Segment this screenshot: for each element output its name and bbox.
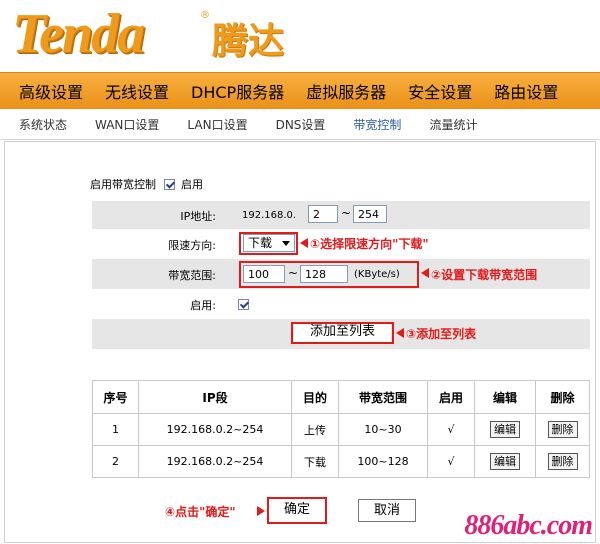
edit-button[interactable]: 编辑 xyxy=(490,421,520,438)
col-dir: 目的 xyxy=(291,380,339,414)
cell-ip: 192.168.0.2~254 xyxy=(138,413,292,446)
sub-nav-traffic[interactable]: 流量统计 xyxy=(415,116,491,133)
enable-control-label: 启用带宽控制 xyxy=(90,178,156,191)
tenda-logo: Tenda xyxy=(12,3,145,65)
annotation-3: ③添加至列表 xyxy=(406,327,477,341)
watermark: 886abc.com xyxy=(464,510,593,541)
arrow-right-icon xyxy=(257,506,265,516)
range-min-input[interactable]: 100 xyxy=(243,265,285,283)
range-unit: (KByte/s) xyxy=(354,269,400,280)
ip-prefix: 192.168.0. xyxy=(242,210,297,221)
edit-button[interactable]: 编辑 xyxy=(490,453,520,470)
col-enabled: 启用 xyxy=(427,380,475,414)
arrow-left-icon xyxy=(396,328,404,338)
direction-label: 限速方向: xyxy=(168,239,216,252)
cell-dir: 上传 xyxy=(291,413,339,446)
ip-end-input[interactable]: 254 xyxy=(353,205,387,223)
header-logo-area: Tenda ® 腾达 xyxy=(0,0,600,72)
bandwidth-rules-table: 序号 IP段 目的 带宽范围 启用 编辑 删除 1 192.168.0.2~25… xyxy=(92,380,590,478)
cell-dir: 下载 xyxy=(291,445,339,478)
enable-control-row: 启用带宽控制 启用 xyxy=(90,176,203,192)
main-nav-dhcp[interactable]: DHCP服务器 xyxy=(180,79,295,103)
arrow-left-icon xyxy=(300,238,308,248)
sub-nav-lan[interactable]: LAN口设置 xyxy=(173,116,261,133)
range-max-input[interactable]: 128 xyxy=(300,265,348,283)
col-no: 序号 xyxy=(92,380,139,414)
ip-label: IP地址: xyxy=(180,210,216,223)
main-nav-advanced[interactable]: 高级设置 xyxy=(0,79,94,103)
cell-no: 2 xyxy=(92,445,139,478)
annotation-1: ①选择限速方向"下载" xyxy=(310,237,429,251)
cell-edit: 编辑 xyxy=(474,413,536,446)
cell-range: 100~128 xyxy=(338,445,428,478)
cell-enabled: √ xyxy=(427,413,475,446)
main-nav-security[interactable]: 安全设置 xyxy=(397,79,483,103)
ip-separator: ~ xyxy=(341,206,352,220)
direction-value: 下载 xyxy=(248,236,273,250)
arrow-left-icon xyxy=(421,268,429,278)
direction-select[interactable]: 下载 xyxy=(243,234,295,252)
cell-delete: 删除 xyxy=(535,413,590,446)
enable-control-text: 启用 xyxy=(181,178,203,191)
enable-control-checkbox[interactable] xyxy=(164,178,175,190)
main-nav: 高级设置 无线设置 DHCP服务器 虚拟服务器 安全设置 路由设置 xyxy=(0,72,600,109)
main-nav-virtual-server[interactable]: 虚拟服务器 xyxy=(295,79,397,103)
col-edit: 编辑 xyxy=(474,380,536,414)
sub-nav-bandwidth[interactable]: 带宽控制 xyxy=(339,116,415,133)
delete-button[interactable]: 删除 xyxy=(547,453,578,470)
table-row: 1 192.168.0.2~254 上传 10~30 √ 编辑 删除 xyxy=(92,413,590,446)
add-to-list-button[interactable]: 添加至列表 xyxy=(294,324,391,342)
enable-label: 启用: xyxy=(190,299,216,312)
tenda-logo-cn: 腾达 xyxy=(212,21,285,62)
chevron-down-icon xyxy=(282,241,290,246)
cell-delete: 删除 xyxy=(535,445,590,478)
cancel-button[interactable]: 取消 xyxy=(358,499,416,522)
sub-nav-wan[interactable]: WAN口设置 xyxy=(81,116,173,133)
sub-nav-system-status[interactable]: 系统状态 xyxy=(0,116,81,133)
cell-ip: 192.168.0.2~254 xyxy=(138,445,292,478)
enable-checkbox[interactable] xyxy=(238,299,249,310)
ip-start-input[interactable]: 2 xyxy=(308,205,338,223)
main-nav-wireless[interactable]: 无线设置 xyxy=(94,79,180,103)
main-nav-routing[interactable]: 路由设置 xyxy=(483,79,569,103)
range-label: 带宽范围: xyxy=(168,269,216,282)
col-range: 带宽范围 xyxy=(338,380,428,414)
registered-mark: ® xyxy=(200,10,210,21)
cell-edit: 编辑 xyxy=(474,445,536,478)
annotation-2: ②设置下载带宽范围 xyxy=(431,268,538,282)
delete-button[interactable]: 删除 xyxy=(547,421,578,438)
range-separator: ~ xyxy=(288,266,299,280)
annotation-4: ④点击"确定" xyxy=(165,505,236,519)
ok-button[interactable]: 确定 xyxy=(270,500,324,521)
cell-no: 1 xyxy=(92,413,139,446)
sub-nav: 系统状态 WAN口设置 LAN口设置 DNS设置 带宽控制 流量统计 xyxy=(0,109,600,140)
table-row: 2 192.168.0.2~254 下载 100~128 √ 编辑 删除 xyxy=(92,445,590,478)
cell-enabled: √ xyxy=(427,445,475,478)
col-ip: IP段 xyxy=(138,380,292,414)
table-header-row: 序号 IP段 目的 带宽范围 启用 编辑 删除 xyxy=(92,380,590,414)
sub-nav-dns[interactable]: DNS设置 xyxy=(262,116,340,133)
cell-range: 10~30 xyxy=(338,413,428,446)
col-delete: 删除 xyxy=(535,380,590,414)
